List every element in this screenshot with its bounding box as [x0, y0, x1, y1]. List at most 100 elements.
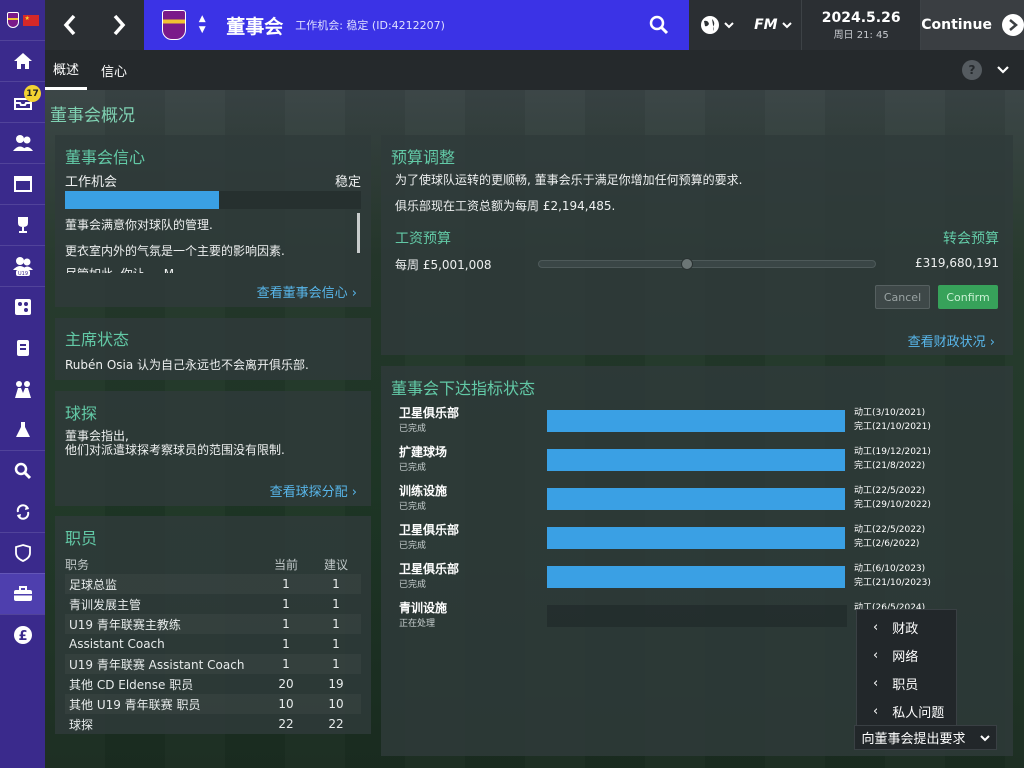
chairman-status-panel: 主席状态 Rubén Osia 认为自己永远也不会离开俱乐部. — [55, 318, 371, 380]
staff-role: 其他 CD Eldense 职员 — [69, 677, 194, 692]
page-options-button[interactable] — [982, 65, 1024, 75]
list-item[interactable]: 卫星俱乐部 已完成 动工(3/10/2021) 完工(21/10/2021) — [389, 404, 999, 440]
club-crest-icon[interactable] — [162, 10, 187, 40]
page-title: 董事会 — [226, 15, 284, 38]
confirm-button[interactable]: Confirm — [938, 285, 998, 309]
staff-rows: 足球总监 1 1 青训发展主管 1 1 U19 青年联赛主教练 1 1 Assistant … — [65, 574, 361, 734]
help-button[interactable]: ? — [962, 60, 982, 80]
back-button[interactable] — [45, 0, 95, 50]
table-row[interactable]: 足球总监 1 1 — [65, 574, 361, 594]
transfer-budget-value: £319,680,191 — [915, 256, 999, 270]
search-button[interactable] — [649, 15, 689, 35]
table-row[interactable]: 青训发展主管 1 1 — [65, 594, 361, 614]
trophy-icon[interactable] — [0, 204, 45, 245]
flag-icon[interactable]: ★ — [22, 14, 39, 26]
u19-squad-icon[interactable]: U19 — [0, 245, 45, 286]
staff-recommended: 10 — [328, 697, 344, 711]
list-item[interactable]: 卫星俱乐部 已完成 动工(22/5/2022) 完工(2/6/2022) — [389, 521, 999, 557]
board-confidence-panel: 董事会信心 工作机会 稳定 董事会满意你对球队的管理. 更衣室内外的气氛是一个主… — [55, 135, 371, 307]
table-row[interactable]: 球探 22 22 — [65, 714, 361, 734]
home-icon[interactable] — [0, 40, 45, 81]
target-status: 已完成 — [399, 463, 427, 473]
staff-role: U19 青年联赛主教练 — [69, 617, 181, 632]
finance-icon[interactable]: £ — [0, 614, 45, 655]
target-end-date: 完工(21/10/2021) — [854, 422, 931, 432]
chevron-down-icon — [997, 66, 1009, 74]
view-board-confidence-label: 查看董事会信心 — [256, 286, 348, 301]
scrollbar[interactable] — [357, 213, 360, 253]
staff-recommended: 1 — [332, 577, 340, 591]
tactics-icon[interactable] — [0, 286, 45, 327]
menu-item-finance[interactable]: ‹ 财政 — [857, 613, 956, 641]
date-display[interactable]: 2024.5.26 周日 21: 45 — [802, 0, 922, 50]
target-progress-fill — [547, 449, 845, 471]
confidence-bar-fill — [65, 191, 219, 209]
staff-current: 1 — [282, 577, 290, 591]
header-role: 职务 — [65, 558, 90, 572]
board-briefcase-icon[interactable] — [0, 573, 45, 614]
staff-role: 其他 U19 青年联赛 职员 — [69, 697, 201, 712]
svg-text:U19: U19 — [17, 271, 27, 276]
list-item[interactable]: 卫星俱乐部 已完成 动工(6/10/2023) 完工(21/10/2023) — [389, 560, 999, 596]
svg-text:£: £ — [18, 629, 27, 644]
calendar-icon[interactable] — [0, 163, 45, 204]
forward-button[interactable] — [95, 0, 145, 50]
fm-menu-button[interactable]: FM — [745, 0, 803, 50]
list-item[interactable]: 扩建球场 已完成 动工(19/12/2021) 完工(21/8/2022) — [389, 443, 999, 479]
staff-current: 22 — [278, 717, 294, 731]
cancel-button[interactable]: Cancel — [875, 285, 930, 309]
table-row[interactable]: U19 青年联赛 Assistant Coach 1 1 — [65, 654, 361, 674]
medical-icon[interactable] — [0, 409, 45, 450]
budget-slider-handle[interactable] — [680, 258, 693, 270]
training-icon[interactable] — [0, 368, 45, 409]
view-finances-link[interactable]: 查看财政状况 › — [908, 331, 995, 350]
table-row[interactable]: U19 青年联赛主教练 1 1 — [65, 614, 361, 634]
staff-role: Assistant Coach — [69, 637, 165, 651]
tab-overview[interactable]: 概述 — [45, 50, 88, 90]
header-current: 当前 — [273, 558, 298, 572]
inbox-icon[interactable]: 17 — [0, 81, 45, 122]
table-row[interactable]: 其他 CD Eldense 职员 20 19 — [65, 674, 361, 694]
target-status: 已完成 — [399, 502, 427, 512]
staff-table-header: 职务 当前 建议 — [65, 556, 361, 574]
target-progress-bar — [547, 566, 847, 588]
transfers-icon[interactable] — [0, 491, 45, 532]
budget-slider[interactable] — [538, 258, 876, 270]
tab-confidence[interactable]: 信心 — [93, 50, 135, 90]
world-menu-button[interactable] — [689, 0, 745, 50]
scouting-title: 球探 — [65, 404, 98, 423]
view-board-confidence-link[interactable]: 查看董事会信心 › — [257, 282, 357, 301]
target-progress-bar — [547, 410, 847, 432]
staff-role: 足球总监 — [69, 577, 118, 592]
squad-icon[interactable] — [0, 122, 45, 163]
club-crest-icon[interactable] — [6, 12, 19, 28]
chairman-status-title: 主席状态 — [65, 330, 130, 349]
search-icon[interactable] — [0, 450, 45, 491]
list-item[interactable]: 训练设施 已完成 动工(22/5/2022) 完工(29/10/2022) — [389, 482, 999, 518]
view-scouting-link[interactable]: 查看球探分配 › — [270, 481, 357, 500]
continue-button[interactable]: Continue — [921, 0, 1024, 50]
menu-item-staff[interactable]: ‹ 职员 — [857, 669, 956, 697]
view-finances-label: 查看财政状况 — [907, 335, 986, 350]
club-shield-icon[interactable] — [0, 532, 45, 573]
table-row[interactable]: Assistant Coach 1 1 — [65, 634, 361, 654]
target-name: 卫星俱乐部 — [399, 562, 460, 576]
club-switch-arrows-icon[interactable]: ▲ ▼ — [196, 14, 208, 36]
target-start-date: 动工(3/10/2021) — [854, 408, 926, 418]
make-request-button[interactable]: 向董事会提出要求 — [854, 725, 997, 750]
target-name: 卫星俱乐部 — [399, 523, 460, 537]
menu-item-label: 财政 — [892, 621, 919, 637]
target-start-date: 动工(22/5/2022) — [854, 525, 926, 535]
staff-title: 职员 — [65, 529, 98, 548]
reports-icon[interactable] — [0, 327, 45, 368]
table-row[interactable]: 其他 U19 青年联赛 职员 10 10 — [65, 694, 361, 714]
staff-current: 1 — [282, 657, 290, 671]
target-progress-bar — [547, 527, 847, 549]
target-status: 正在处理 — [399, 619, 436, 629]
staff-role: 青训发展主管 — [69, 597, 142, 612]
chevron-left-icon: ‹ — [873, 647, 879, 663]
menu-item-network[interactable]: ‹ 网络 — [857, 641, 956, 669]
target-name: 青训设施 — [399, 601, 448, 615]
menu-item-personal[interactable]: ‹ 私人问题 — [857, 697, 956, 725]
section-title: 董事会概况 — [50, 106, 135, 126]
